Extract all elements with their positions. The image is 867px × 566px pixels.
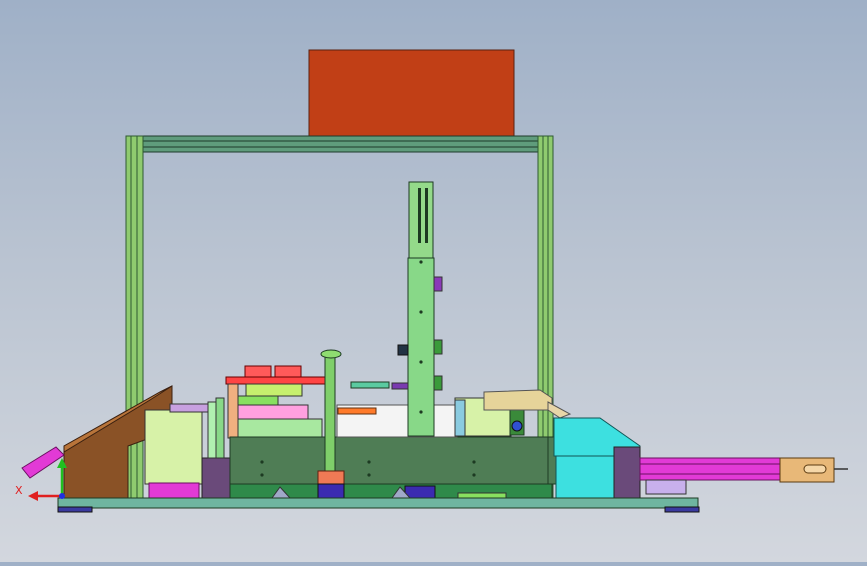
- top-frame-beam: [142, 135, 539, 153]
- left-light-block: [144, 409, 203, 485]
- cad-viewport[interactable]: X: [0, 0, 867, 562]
- machine-assembly-drawing: [21, 49, 848, 513]
- left-magenta-slide: [21, 446, 65, 479]
- left-bracket: [201, 457, 231, 499]
- base-plate: [57, 497, 699, 509]
- vertical-rod: [324, 354, 336, 474]
- right-bracket: [613, 446, 641, 499]
- left-magenta-block: [148, 482, 200, 499]
- top-housing-box: [308, 49, 515, 137]
- center-column: [407, 257, 435, 437]
- axis-x-label: X: [15, 484, 23, 497]
- right-magenta-rail: [639, 457, 781, 481]
- tan-plate: [483, 389, 553, 411]
- rod-cap: [320, 349, 342, 359]
- red-sensor-bar: [225, 376, 327, 385]
